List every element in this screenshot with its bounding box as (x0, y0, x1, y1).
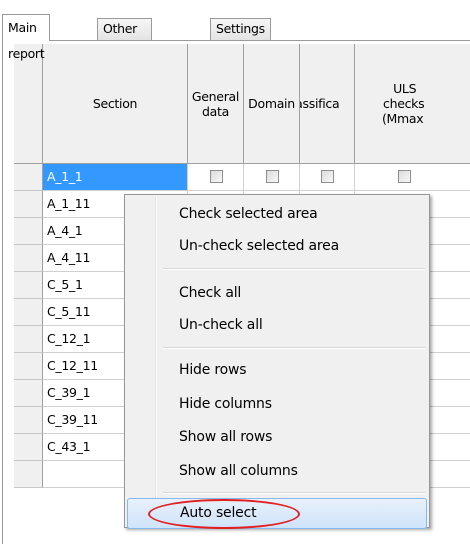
row-checkbox[interactable] (266, 170, 279, 183)
menu-item-hide-columns[interactable]: Hide columns (127, 389, 427, 420)
menu-separator (163, 492, 425, 494)
column-header-section-label: Section (92, 96, 138, 111)
row-checkbox[interactable] (210, 170, 223, 183)
row-checkbox[interactable] (398, 170, 411, 183)
menu-item-check-all[interactable]: Check all (127, 278, 427, 309)
column-header-domain-label: Domain (248, 96, 295, 111)
table-row[interactable]: A_1_1 (14, 164, 470, 191)
row-header[interactable] (14, 299, 43, 326)
menu-item-show-all-rows[interactable]: Show all rows (127, 422, 427, 453)
row-header[interactable] (14, 164, 43, 191)
column-header-domain[interactable]: Domain (244, 44, 300, 164)
row-header[interactable] (14, 191, 43, 218)
column-header-uls-line1: ULS (393, 81, 417, 96)
menu-item-hide-rows[interactable]: Hide rows (127, 355, 427, 386)
column-header-uls-checks[interactable]: ULS checks (Mmax (355, 44, 470, 164)
column-header-classification[interactable]: lassifica (300, 44, 355, 164)
row-header[interactable] (14, 353, 43, 380)
tab-main-report[interactable]: Main report (2, 14, 51, 61)
row-header[interactable] (14, 245, 43, 272)
menu-separator (163, 347, 425, 349)
row-header[interactable] (14, 380, 43, 407)
checkbox-cell (244, 164, 300, 191)
checkbox-cell (188, 164, 244, 191)
column-header-general-line2: data (202, 103, 229, 119)
checkbox-cell (355, 164, 470, 191)
section-cell[interactable]: A_1_1 (43, 164, 188, 191)
row-header[interactable] (14, 272, 43, 299)
column-header-general-data[interactable]: General data (188, 44, 244, 164)
row-header[interactable] (14, 434, 43, 461)
menu-item-show-all-columns[interactable]: Show all columns (127, 456, 427, 487)
row-header[interactable] (14, 407, 43, 434)
menu-item-uncheck-selected-area[interactable]: Un-check selected area (127, 231, 427, 262)
row-checkbox[interactable] (321, 170, 334, 183)
context-menu: Check selected area Un-check selected ar… (124, 194, 430, 529)
menu-item-uncheck-all[interactable]: Un-check all (127, 310, 427, 341)
row-header[interactable] (14, 326, 43, 353)
tab-settings[interactable]: Settings (210, 18, 271, 40)
annotation-ellipse (148, 499, 300, 529)
menu-separator (163, 268, 425, 270)
column-header-section[interactable]: Section (43, 44, 188, 164)
column-header-classification-label: lassifica (300, 96, 340, 111)
tab-other-reports[interactable]: Other reports (97, 18, 152, 56)
menu-item-check-selected-area[interactable]: Check selected area (127, 199, 427, 230)
column-header-general-line1: General (191, 88, 240, 104)
row-header[interactable] (14, 218, 43, 245)
column-header-uls-line3: (Mmax (381, 111, 424, 126)
column-header-uls-line2: checks (383, 96, 425, 111)
row-header[interactable] (14, 461, 43, 488)
checkbox-cell (300, 164, 355, 191)
